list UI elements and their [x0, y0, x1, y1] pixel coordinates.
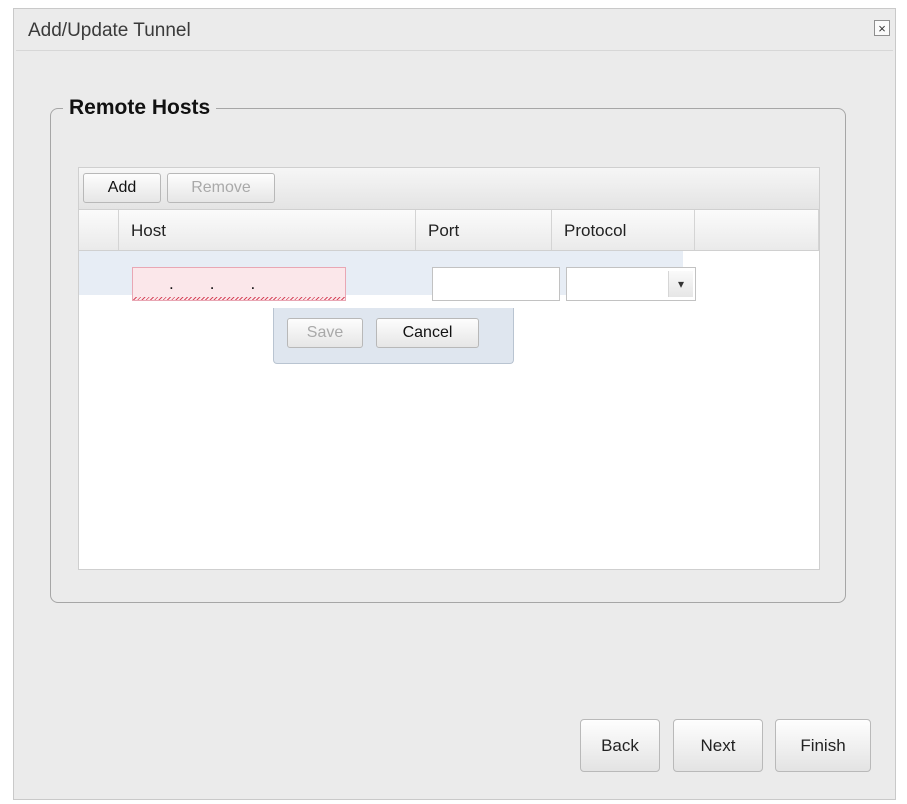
cancel-button[interactable]: Cancel	[376, 318, 479, 348]
remote-hosts-legend: Remote Hosts	[69, 96, 211, 119]
next-button[interactable]: Next	[673, 719, 763, 772]
finish-button[interactable]: Finish	[775, 719, 871, 772]
chevron-down-icon[interactable]: ▾	[668, 271, 693, 297]
save-button[interactable]: Save	[287, 318, 363, 348]
back-button[interactable]: Back	[580, 719, 660, 772]
dialog-title: Add/Update Tunnel	[28, 20, 191, 41]
dialog-titlebar: Add/Update Tunnel ×	[14, 9, 895, 51]
row-editor-buttons: Save Cancel	[273, 308, 514, 364]
row-editor-layer: ... ▾ Save Cancel	[78, 167, 820, 570]
protocol-select[interactable]: ▾	[566, 267, 696, 301]
port-input[interactable]	[432, 267, 560, 301]
close-icon[interactable]: ×	[874, 20, 890, 36]
host-input[interactable]: ...	[132, 267, 346, 301]
title-divider	[16, 50, 893, 51]
